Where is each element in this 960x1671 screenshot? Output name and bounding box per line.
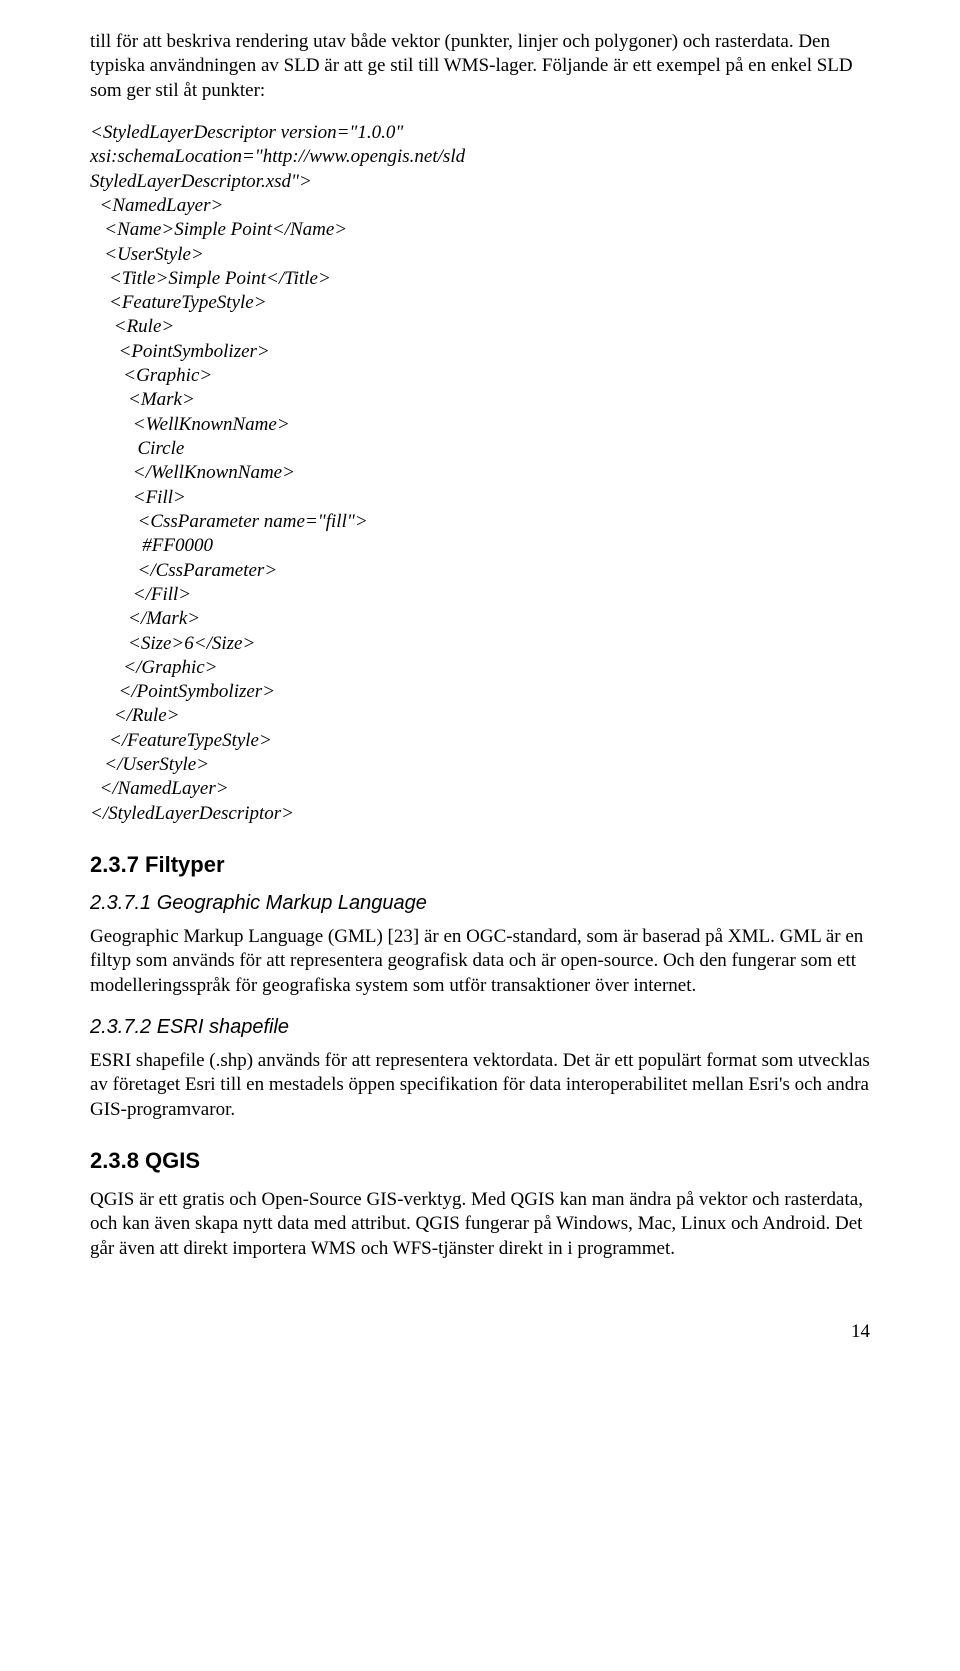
sld-code-block: <StyledLayerDescriptor version="1.0.0" x…: [90, 121, 870, 826]
paragraph-2-3-7-1: Geographic Markup Language (GML) [23] är…: [90, 925, 870, 998]
paragraph-2-3-8: QGIS är ett gratis och Open-Source GIS-v…: [90, 1188, 870, 1261]
heading-2-3-7: 2.3.7 Filtyper: [90, 852, 870, 878]
intro-paragraph: till för att beskriva rendering utav båd…: [90, 30, 870, 103]
heading-2-3-7-2: 2.3.7.2 ESRI shapefile: [90, 1016, 870, 1039]
page-number: 14: [90, 1321, 870, 1343]
paragraph-2-3-7-2: ESRI shapefile (.shp) används för att re…: [90, 1049, 870, 1122]
page-container: till för att beskriva rendering utav båd…: [0, 0, 960, 1383]
heading-2-3-8: 2.3.8 QGIS: [90, 1148, 870, 1174]
heading-2-3-7-1: 2.3.7.1 Geographic Markup Language: [90, 892, 870, 915]
